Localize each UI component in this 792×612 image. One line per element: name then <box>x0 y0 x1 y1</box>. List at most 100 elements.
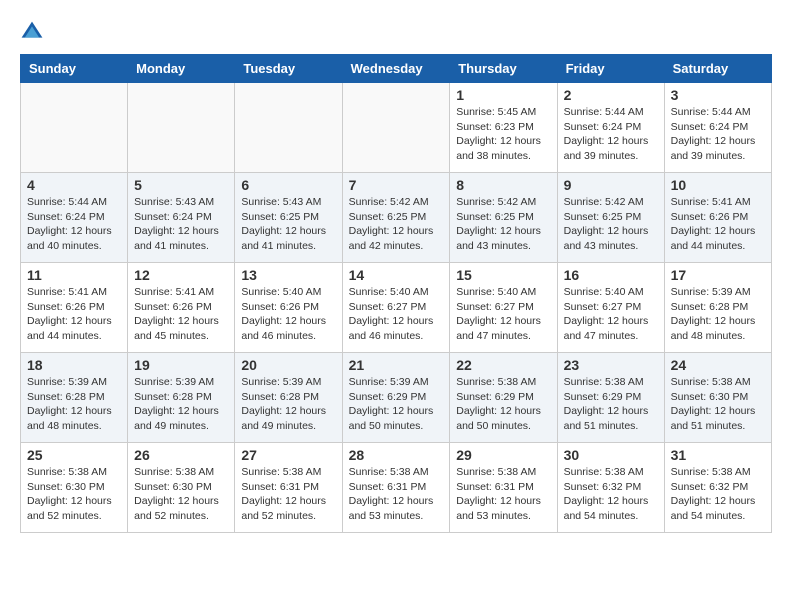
calendar-cell: 5 Sunrise: 5:43 AM Sunset: 6:24 PM Daylig… <box>128 173 235 263</box>
day-info: Sunrise: 5:41 AM Sunset: 6:26 PM Dayligh… <box>134 285 228 344</box>
day-number: 14 <box>349 267 444 283</box>
calendar-cell: 15 Sunrise: 5:40 AM Sunset: 6:27 PM Dayli… <box>450 263 557 353</box>
calendar-cell: 20 Sunrise: 5:39 AM Sunset: 6:28 PM Dayli… <box>235 353 342 443</box>
day-info: Sunrise: 5:41 AM Sunset: 6:26 PM Dayligh… <box>671 195 765 254</box>
calendar-cell: 30 Sunrise: 5:38 AM Sunset: 6:32 PM Dayli… <box>557 443 664 533</box>
weekday-header-monday: Monday <box>128 55 235 83</box>
day-info: Sunrise: 5:38 AM Sunset: 6:32 PM Dayligh… <box>671 465 765 524</box>
day-number: 29 <box>456 447 550 463</box>
day-info: Sunrise: 5:38 AM Sunset: 6:31 PM Dayligh… <box>456 465 550 524</box>
day-info: Sunrise: 5:43 AM Sunset: 6:25 PM Dayligh… <box>241 195 335 254</box>
calendar-cell: 11 Sunrise: 5:41 AM Sunset: 6:26 PM Dayli… <box>21 263 128 353</box>
weekday-header-row: SundayMondayTuesdayWednesdayThursdayFrid… <box>21 55 772 83</box>
calendar-cell: 12 Sunrise: 5:41 AM Sunset: 6:26 PM Dayli… <box>128 263 235 353</box>
day-info: Sunrise: 5:42 AM Sunset: 6:25 PM Dayligh… <box>564 195 658 254</box>
day-info: Sunrise: 5:38 AM Sunset: 6:32 PM Dayligh… <box>564 465 658 524</box>
day-info: Sunrise: 5:40 AM Sunset: 6:26 PM Dayligh… <box>241 285 335 344</box>
calendar-cell: 2 Sunrise: 5:44 AM Sunset: 6:24 PM Daylig… <box>557 83 664 173</box>
calendar-cell <box>128 83 235 173</box>
calendar-table: SundayMondayTuesdayWednesdayThursdayFrid… <box>20 54 772 533</box>
day-number: 22 <box>456 357 550 373</box>
calendar-cell: 31 Sunrise: 5:38 AM Sunset: 6:32 PM Dayli… <box>664 443 771 533</box>
day-number: 23 <box>564 357 658 373</box>
day-number: 20 <box>241 357 335 373</box>
calendar-cell <box>235 83 342 173</box>
day-info: Sunrise: 5:39 AM Sunset: 6:28 PM Dayligh… <box>671 285 765 344</box>
day-number: 8 <box>456 177 550 193</box>
day-info: Sunrise: 5:39 AM Sunset: 6:28 PM Dayligh… <box>27 375 121 434</box>
weekday-header-saturday: Saturday <box>664 55 771 83</box>
day-number: 19 <box>134 357 228 373</box>
weekday-header-wednesday: Wednesday <box>342 55 450 83</box>
calendar-cell: 22 Sunrise: 5:38 AM Sunset: 6:29 PM Dayli… <box>450 353 557 443</box>
day-number: 31 <box>671 447 765 463</box>
day-number: 12 <box>134 267 228 283</box>
calendar-cell: 25 Sunrise: 5:38 AM Sunset: 6:30 PM Dayli… <box>21 443 128 533</box>
calendar-cell: 8Sunrise: 5:42 AM Sunset: 6:25 PM Daylig… <box>450 173 557 263</box>
day-info: Sunrise: 5:45 AM Sunset: 6:23 PM Dayligh… <box>456 105 550 164</box>
day-info: Sunrise: 5:40 AM Sunset: 6:27 PM Dayligh… <box>349 285 444 344</box>
calendar-week-row: 18Sunrise: 5:39 AM Sunset: 6:28 PM Dayli… <box>21 353 772 443</box>
day-number: 15 <box>456 267 550 283</box>
calendar-cell: 4 Sunrise: 5:44 AM Sunset: 6:24 PM Daylig… <box>21 173 128 263</box>
day-number: 27 <box>241 447 335 463</box>
day-number: 1 <box>456 87 550 103</box>
calendar-cell: 26Sunrise: 5:38 AM Sunset: 6:30 PM Dayli… <box>128 443 235 533</box>
weekday-header-sunday: Sunday <box>21 55 128 83</box>
day-info: Sunrise: 5:38 AM Sunset: 6:31 PM Dayligh… <box>349 465 444 524</box>
day-info: Sunrise: 5:39 AM Sunset: 6:29 PM Dayligh… <box>349 375 444 434</box>
calendar-cell <box>342 83 450 173</box>
calendar-cell: 19 Sunrise: 5:39 AM Sunset: 6:28 PM Dayli… <box>128 353 235 443</box>
calendar-cell: 24 Sunrise: 5:38 AM Sunset: 6:30 PM Dayli… <box>664 353 771 443</box>
calendar-cell: 18Sunrise: 5:39 AM Sunset: 6:28 PM Dayli… <box>21 353 128 443</box>
day-number: 21 <box>349 357 444 373</box>
day-number: 17 <box>671 267 765 283</box>
calendar-cell: 3Sunrise: 5:44 AM Sunset: 6:24 PM Daylig… <box>664 83 771 173</box>
calendar-cell: 21 Sunrise: 5:39 AM Sunset: 6:29 PM Dayli… <box>342 353 450 443</box>
day-info: Sunrise: 5:38 AM Sunset: 6:31 PM Dayligh… <box>241 465 335 524</box>
day-number: 11 <box>27 267 121 283</box>
calendar-cell: 9Sunrise: 5:42 AM Sunset: 6:25 PM Daylig… <box>557 173 664 263</box>
day-number: 24 <box>671 357 765 373</box>
calendar-cell: 13Sunrise: 5:40 AM Sunset: 6:26 PM Dayli… <box>235 263 342 353</box>
day-number: 4 <box>27 177 121 193</box>
day-info: Sunrise: 5:42 AM Sunset: 6:25 PM Dayligh… <box>349 195 444 254</box>
day-info: Sunrise: 5:40 AM Sunset: 6:27 PM Dayligh… <box>564 285 658 344</box>
day-info: Sunrise: 5:44 AM Sunset: 6:24 PM Dayligh… <box>27 195 121 254</box>
day-info: Sunrise: 5:38 AM Sunset: 6:30 PM Dayligh… <box>27 465 121 524</box>
day-number: 25 <box>27 447 121 463</box>
day-number: 5 <box>134 177 228 193</box>
day-number: 30 <box>564 447 658 463</box>
day-info: Sunrise: 5:41 AM Sunset: 6:26 PM Dayligh… <box>27 285 121 344</box>
day-info: Sunrise: 5:39 AM Sunset: 6:28 PM Dayligh… <box>134 375 228 434</box>
day-info: Sunrise: 5:39 AM Sunset: 6:28 PM Dayligh… <box>241 375 335 434</box>
day-info: Sunrise: 5:43 AM Sunset: 6:24 PM Dayligh… <box>134 195 228 254</box>
weekday-header-tuesday: Tuesday <box>235 55 342 83</box>
day-number: 3 <box>671 87 765 103</box>
calendar-cell: 1 Sunrise: 5:45 AM Sunset: 6:23 PM Daylig… <box>450 83 557 173</box>
day-info: Sunrise: 5:38 AM Sunset: 6:30 PM Dayligh… <box>671 375 765 434</box>
calendar-week-row: 4 Sunrise: 5:44 AM Sunset: 6:24 PM Daylig… <box>21 173 772 263</box>
calendar-cell: 14 Sunrise: 5:40 AM Sunset: 6:27 PM Dayli… <box>342 263 450 353</box>
day-info: Sunrise: 5:44 AM Sunset: 6:24 PM Dayligh… <box>564 105 658 164</box>
logo-icon <box>20 20 44 44</box>
calendar-week-row: 25 Sunrise: 5:38 AM Sunset: 6:30 PM Dayli… <box>21 443 772 533</box>
calendar-cell <box>21 83 128 173</box>
day-number: 26 <box>134 447 228 463</box>
day-info: Sunrise: 5:40 AM Sunset: 6:27 PM Dayligh… <box>456 285 550 344</box>
calendar-cell: 7 Sunrise: 5:42 AM Sunset: 6:25 PM Daylig… <box>342 173 450 263</box>
day-info: Sunrise: 5:38 AM Sunset: 6:29 PM Dayligh… <box>564 375 658 434</box>
day-number: 10 <box>671 177 765 193</box>
day-number: 28 <box>349 447 444 463</box>
calendar-cell: 23 Sunrise: 5:38 AM Sunset: 6:29 PM Dayli… <box>557 353 664 443</box>
calendar-week-row: 11 Sunrise: 5:41 AM Sunset: 6:26 PM Dayli… <box>21 263 772 353</box>
weekday-header-friday: Friday <box>557 55 664 83</box>
logo <box>20 20 48 44</box>
calendar-week-row: 1 Sunrise: 5:45 AM Sunset: 6:23 PM Daylig… <box>21 83 772 173</box>
calendar-cell: 17 Sunrise: 5:39 AM Sunset: 6:28 PM Dayli… <box>664 263 771 353</box>
day-number: 7 <box>349 177 444 193</box>
day-info: Sunrise: 5:38 AM Sunset: 6:29 PM Dayligh… <box>456 375 550 434</box>
day-number: 6 <box>241 177 335 193</box>
day-number: 2 <box>564 87 658 103</box>
calendar-cell: 6 Sunrise: 5:43 AM Sunset: 6:25 PM Daylig… <box>235 173 342 263</box>
